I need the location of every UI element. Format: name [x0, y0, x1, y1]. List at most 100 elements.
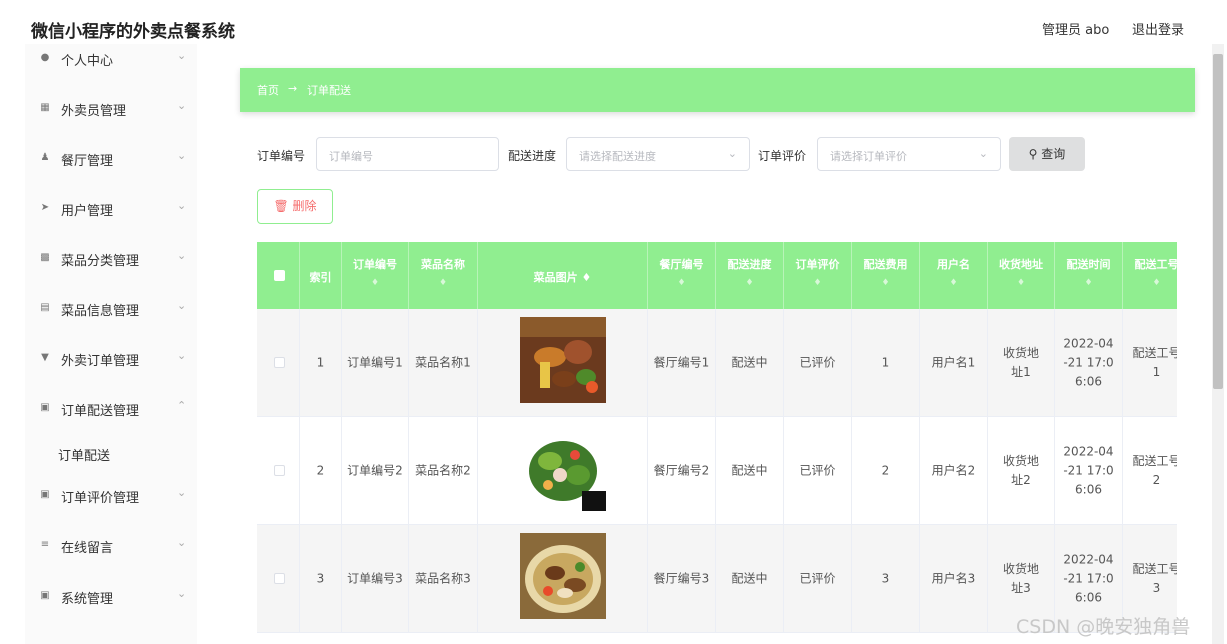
sidebar-item-couriers[interactable]: ▦ 外卖员管理 ⌄	[25, 94, 197, 124]
cell-fee: 2	[852, 417, 920, 525]
column-header[interactable]: 订单编号 ♦	[342, 242, 409, 309]
cell-order-no: 订单编号1	[342, 309, 409, 417]
cell-order-no: 订单编号3	[342, 525, 409, 633]
admin-label: 管理员 abo	[1042, 23, 1110, 38]
cell-restaurant: 餐厅编号3	[648, 525, 716, 633]
sidebar-item-messages[interactable]: ≡ 在线留言 ⌄	[25, 531, 197, 561]
column-header[interactable]: 配送时间 ♦	[1055, 242, 1123, 309]
row-checkbox[interactable]	[274, 573, 285, 584]
chevron-down-icon: ⌄	[177, 99, 187, 112]
app-title: 微信小程序的外卖点餐系统	[31, 22, 235, 42]
column-header[interactable]: 菜品名称 ♦	[409, 242, 478, 309]
grid-icon: ▦	[40, 102, 50, 113]
row-select-cell	[257, 525, 300, 633]
breadcrumb-separator: →	[288, 82, 298, 95]
cup-icon: ▼	[41, 352, 49, 363]
breadcrumb-home[interactable]: 首页	[257, 82, 279, 98]
row-select-cell	[257, 417, 300, 525]
cell-fee: 3	[852, 525, 920, 633]
cell-address: 收货地址1	[988, 309, 1055, 417]
column-header: 索引	[300, 242, 342, 309]
chevron-down-icon: ⌄	[177, 49, 187, 62]
order-no-input[interactable]: 订单编号	[316, 137, 499, 171]
sidebar-item-system[interactable]: ▣ 系统管理 ⌄	[25, 582, 197, 612]
page-scrollbar[interactable]	[1212, 44, 1224, 644]
sidebar-item-dish-categories[interactable]: ▩ 菜品分类管理 ⌄	[25, 244, 197, 274]
row-select-cell	[257, 309, 300, 417]
cell-index: 2	[300, 417, 342, 525]
header-select-all[interactable]	[257, 242, 300, 309]
cell-index: 1	[300, 309, 342, 417]
chevron-down-icon: ⌄	[177, 536, 187, 549]
cell-dish-image	[478, 417, 648, 525]
cell-worker: 配送工号1	[1123, 309, 1177, 417]
table-row[interactable]: 2 订单编号2 菜品名称2 餐厅编号2 配送中 已评价 2 用户名2 收货地址2…	[257, 417, 1177, 525]
cell-user: 用户名1	[920, 309, 988, 417]
column-header[interactable]: 菜品图片 ♦	[478, 242, 648, 309]
sidebar-item-label: 用户管理	[61, 204, 114, 219]
sidebar-subitem-delivery[interactable]: 订单配送	[58, 445, 110, 464]
table-row[interactable]: 1 订单编号1 菜品名称1 餐厅编号1 配送中 已评价 1 用户名1 收货地址1…	[257, 309, 1177, 417]
column-header[interactable]: 餐厅编号 ♦	[648, 242, 716, 309]
sidebar-item-label: 菜品信息管理	[61, 304, 140, 319]
order-no-label: 订单编号	[257, 149, 306, 163]
chevron-down-icon: ⌄	[177, 587, 187, 600]
row-checkbox[interactable]	[274, 465, 285, 476]
table-header: 索引 订单编号 ♦ 菜品名称 ♦ 菜品图片 ♦ 餐厅编号 ♦ 配送进度 ♦ 订单评价 ♦ …	[257, 242, 1177, 309]
sidebar-item-reviews[interactable]: ▣ 订单评价管理 ⌄	[25, 481, 197, 511]
image-icon: ▩	[40, 252, 50, 263]
query-button[interactable]: ⚲ 查询	[1009, 137, 1085, 171]
scrollbar-thumb[interactable]	[1213, 54, 1223, 389]
cell-time: 2022-04-21 17:06:06	[1055, 417, 1123, 525]
sidebar-item-label: 外卖订单管理	[61, 354, 140, 369]
cell-dish: 菜品名称2	[409, 417, 478, 525]
sidebar-item-label: 餐厅管理	[61, 154, 114, 169]
chevron-down-icon: ⌄	[177, 149, 187, 162]
sidebar-item-label: 外卖员管理	[61, 104, 127, 119]
progress-placeholder: 请选择配送进度	[579, 150, 656, 163]
column-header[interactable]: 用户名 ♦	[920, 242, 988, 309]
chevron-down-icon: ⌃	[177, 399, 187, 412]
cell-progress: 配送中	[716, 417, 784, 525]
sidebar-item-profile[interactable]: ● 个人中心 ⌄	[25, 44, 197, 74]
rating-select[interactable]: 请选择订单评价 ⌄	[817, 137, 1001, 171]
cell-restaurant: 餐厅编号2	[648, 417, 716, 525]
cell-progress: 配送中	[716, 525, 784, 633]
cell-dish: 菜品名称3	[409, 525, 478, 633]
column-header[interactable]: 订单评价 ♦	[784, 242, 852, 309]
sidebar-item-delivery[interactable]: ▣ 订单配送管理 ⌃	[25, 394, 197, 424]
column-header[interactable]: 配送费用 ♦	[852, 242, 920, 309]
list-icon: ≡	[40, 539, 50, 550]
cell-fee: 1	[852, 309, 920, 417]
progress-select[interactable]: 请选择配送进度 ⌄	[566, 137, 750, 171]
dish-image[interactable]	[520, 317, 606, 403]
cell-rating: 已评价	[784, 309, 852, 417]
sidebar-item-label: 订单配送管理	[61, 404, 140, 419]
sidebar-item-restaurants[interactable]: ♟ 餐厅管理 ⌄	[25, 144, 197, 174]
sidebar-item-users[interactable]: ➤ 用户管理 ⌄	[25, 194, 197, 224]
delete-button[interactable]: 🗑 删除	[257, 189, 333, 224]
column-header[interactable]: 配送工号 ♦	[1123, 242, 1178, 309]
sidebar-item-orders[interactable]: ▼ 外卖订单管理 ⌄	[25, 344, 197, 374]
delete-button-label: 删除	[292, 199, 317, 213]
watermark: CSDN @晚安独角兽	[1016, 616, 1191, 638]
cell-time: 2022-04-21 17:06:06	[1055, 309, 1123, 417]
user-icon: ●	[40, 52, 50, 63]
logout-button[interactable]: 退出登录	[1132, 19, 1184, 38]
cell-dish: 菜品名称1	[409, 309, 478, 417]
sidebar-item-dish-info[interactable]: ▤ 菜品信息管理 ⌄	[25, 294, 197, 324]
column-header[interactable]: 收货地址 ♦	[988, 242, 1055, 309]
select-all-checkbox[interactable]	[274, 270, 285, 281]
column-header[interactable]: 配送进度 ♦	[716, 242, 784, 309]
query-button-label: 查询	[1041, 147, 1066, 161]
breadcrumb: 首页 → 订单配送	[240, 68, 1195, 112]
apps-icon: ▣	[40, 402, 50, 413]
dish-image[interactable]	[520, 425, 606, 511]
row-checkbox[interactable]	[274, 357, 285, 368]
dish-image[interactable]	[520, 533, 606, 619]
chevron-down-icon: ⌄	[177, 249, 187, 262]
sidebar: ● 个人中心 ⌄ ▦ 外卖员管理 ⌄ ♟ 餐厅管理 ⌄ ➤ 用户管理 ⌄ ▩ 菜…	[25, 44, 197, 644]
cell-dish-image	[478, 309, 648, 417]
send-icon: ➤	[40, 202, 50, 213]
rating-placeholder: 请选择订单评价	[830, 150, 907, 163]
